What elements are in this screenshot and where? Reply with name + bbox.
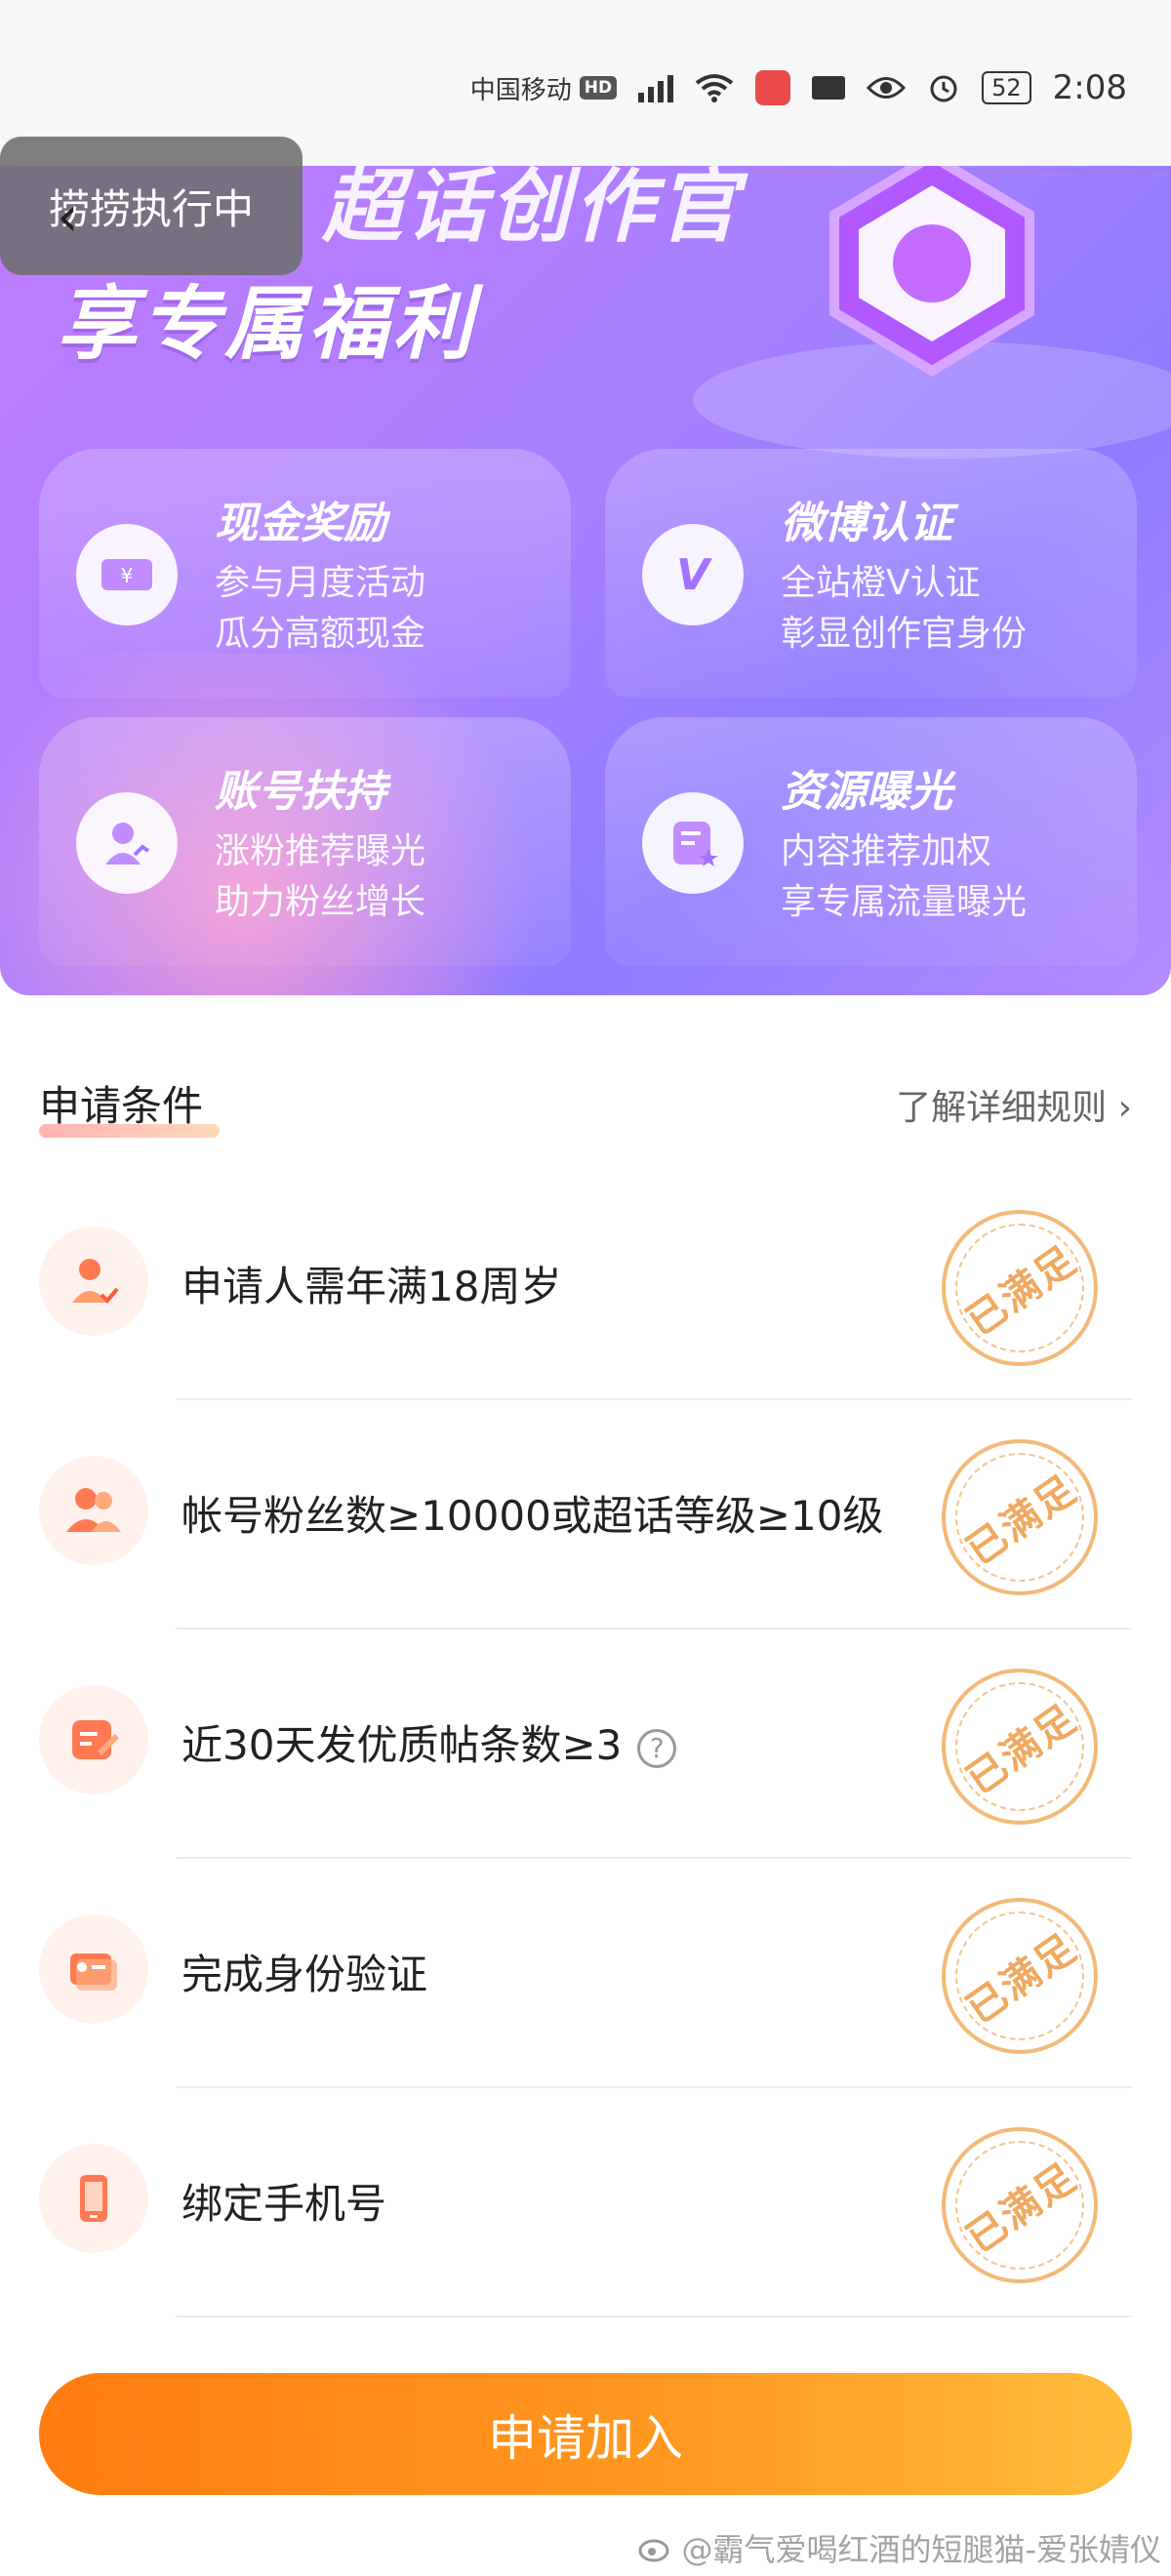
condition-text: 绑定手机号 bbox=[182, 2180, 387, 2228]
benefit-title: 现金奖励 bbox=[215, 499, 386, 548]
edit-note-icon bbox=[39, 1685, 148, 1794]
hero-title-line2: 享专属福利 bbox=[57, 278, 476, 371]
benefit-card-verify[interactable]: V 微博认证 全站橙V认证 彰显创作官身份 bbox=[605, 449, 1137, 698]
benefit-desc-line: 享专属流量曝光 bbox=[781, 882, 1028, 922]
phone-icon bbox=[39, 2144, 148, 2253]
alarm-icon bbox=[930, 75, 957, 102]
benefit-desc-line: 内容推荐加权 bbox=[781, 831, 992, 871]
rules-link[interactable]: 了解详细规则 › bbox=[896, 1079, 1132, 1130]
condition-text-label: 近30天发优质帖条数≥3 bbox=[182, 1721, 623, 1769]
weibo-logo-icon bbox=[638, 2539, 669, 2562]
carrier: 中国移动 HD bbox=[469, 70, 618, 106]
satisfied-stamp: 已满足 bbox=[942, 1669, 1098, 1825]
apply-join-button[interactable]: 申请加入 bbox=[39, 2373, 1132, 2495]
content-star-icon bbox=[642, 792, 744, 894]
benefit-card-exposure[interactable]: 资源曝光 内容推荐加权 享专属流量曝光 bbox=[605, 717, 1137, 966]
benefit-desc-line: 彰显创作官身份 bbox=[781, 614, 1028, 654]
conditions-header: 申请条件 了解详细规则 › bbox=[39, 1073, 1132, 1138]
battery-indicator: 52 bbox=[982, 71, 1031, 104]
benefit-card-cash[interactable]: ¥ 现金奖励 参与月度活动 瓜分高额现金 bbox=[39, 449, 571, 698]
satisfied-stamp: 已满足 bbox=[942, 1439, 1098, 1595]
eye-icon bbox=[867, 77, 907, 99]
stamp-text: 已满足 bbox=[958, 1925, 1086, 2033]
chevron-right-icon: › bbox=[1117, 1088, 1132, 1128]
stamp-text: 已满足 bbox=[958, 1467, 1086, 1575]
condition-row-phone: 绑定手机号 已满足 bbox=[0, 2088, 1171, 2317]
weibo-watermark: @霸气爱喝红酒的短腿猫-爱张婧仪 bbox=[638, 2525, 1161, 2570]
user-growth-icon bbox=[76, 792, 178, 894]
satisfied-stamp: 已满足 bbox=[942, 1210, 1098, 1366]
group-icon bbox=[39, 1456, 148, 1565]
benefit-desc-line: 助力粉丝增长 bbox=[215, 882, 426, 922]
id-card-icon bbox=[39, 1914, 148, 2024]
benefit-desc-line: 全站橙V认证 bbox=[781, 563, 981, 603]
satisfied-stamp: 已满足 bbox=[942, 2127, 1098, 2283]
hd-badge: HD bbox=[579, 76, 618, 100]
condition-text: 完成身份验证 bbox=[182, 1951, 428, 1998]
stamp-text: 已满足 bbox=[958, 1696, 1086, 1804]
stamp-text: 已满足 bbox=[958, 1237, 1086, 1346]
back-arrow-icon[interactable]: ‹ bbox=[57, 185, 78, 249]
benefit-title: 账号扶持 bbox=[215, 767, 386, 817]
benefit-desc: 内容推荐加权 享专属流量曝光 bbox=[781, 826, 1027, 928]
hero-banner: 超话创作官 享专属福利 ¥ 现金奖励 参与月度活动 瓜分高额现金 V 微博认证 … bbox=[0, 166, 1171, 995]
condition-row-posts: 近30天发优质帖条数≥3? 已满足 bbox=[0, 1630, 1171, 1859]
help-icon[interactable]: ? bbox=[637, 1728, 677, 1768]
benefit-desc: 全站橙V认证 彰显创作官身份 bbox=[781, 558, 1027, 660]
hero-title-line1: 超话创作官 bbox=[322, 166, 742, 254]
clock: 2:08 bbox=[1052, 68, 1127, 107]
condition-row-age: 申请人需年满18周岁 已满足 bbox=[0, 1171, 1171, 1400]
divider bbox=[176, 2315, 1132, 2317]
v-badge-icon: V bbox=[642, 524, 744, 625]
conditions-title: 申请条件 bbox=[39, 1082, 204, 1130]
condition-text: 帐号粉丝数≥10000或超话等级≥10级 bbox=[182, 1492, 884, 1540]
benefit-card-support[interactable]: 账号扶持 涨粉推荐曝光 助力粉丝增长 bbox=[39, 717, 571, 966]
rules-link-label: 了解详细规则 bbox=[896, 1088, 1108, 1128]
carrier-name: 中国移动 bbox=[469, 75, 572, 105]
stamp-text: 已满足 bbox=[958, 2154, 1086, 2263]
watermark-text: @霸气爱喝红酒的短腿猫-爱张婧仪 bbox=[681, 2531, 1161, 2568]
benefit-desc-line: 涨粉推荐曝光 bbox=[215, 831, 426, 871]
benefit-desc-line: 瓜分高额现金 bbox=[215, 614, 426, 654]
satisfied-stamp: 已满足 bbox=[942, 1898, 1098, 2054]
benefit-desc: 涨粉推荐曝光 助力粉丝增长 bbox=[215, 826, 425, 928]
toast-message: 捞捞执行中 bbox=[0, 137, 303, 275]
benefit-desc-line: 参与月度活动 bbox=[215, 563, 426, 603]
condition-row-fans: 帐号粉丝数≥10000或超话等级≥10级 已满足 bbox=[0, 1400, 1171, 1630]
huawei-app-icon bbox=[755, 70, 791, 105]
condition-text: 近30天发优质帖条数≥3? bbox=[182, 1712, 677, 1772]
condition-row-identity: 完成身份验证 已满足 bbox=[0, 1859, 1171, 2088]
svg-text:V: V bbox=[676, 550, 712, 599]
svg-text:¥: ¥ bbox=[121, 564, 134, 587]
benefit-title: 资源曝光 bbox=[781, 767, 952, 817]
condition-text: 申请人需年满18周岁 bbox=[182, 1263, 562, 1310]
benefit-title: 微博认证 bbox=[781, 499, 952, 548]
benefit-desc: 参与月度活动 瓜分高额现金 bbox=[215, 558, 425, 660]
signal-icon bbox=[638, 73, 674, 102]
ticket-yen-icon: ¥ bbox=[76, 524, 178, 625]
mail-icon bbox=[812, 76, 846, 100]
wifi-icon bbox=[695, 74, 734, 102]
creator-badge-icon bbox=[829, 166, 1034, 377]
person-check-icon bbox=[39, 1227, 148, 1336]
